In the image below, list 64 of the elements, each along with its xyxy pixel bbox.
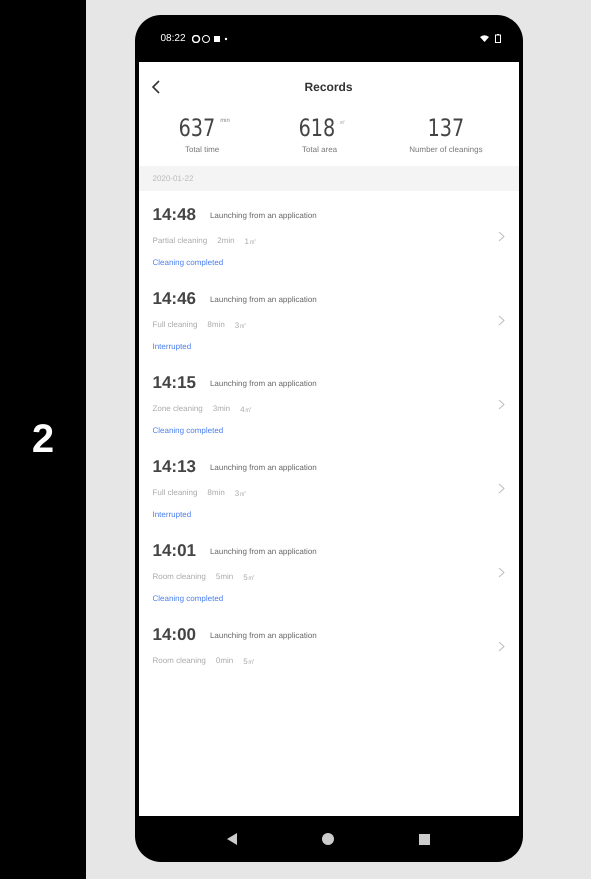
- record-row[interactable]: 14:13 Launching from an application Full cleaning 8min 3㎡ Interrupted: [138, 443, 518, 527]
- battery-icon: [494, 34, 500, 43]
- step-number: 2: [32, 417, 54, 462]
- record-source: Launching from an application: [210, 378, 317, 388]
- record-area: 3㎡: [234, 320, 248, 331]
- record-row[interactable]: 14:00 Launching from an application Room cleaning 0min 5㎡: [138, 611, 518, 675]
- stat-value: 618: [298, 114, 335, 142]
- record-time: 14:00: [152, 625, 196, 645]
- record-duration: 8min: [207, 488, 225, 499]
- record-duration: 8min: [207, 320, 225, 331]
- record-source: Launching from an application: [210, 546, 317, 556]
- record-time: 14:46: [152, 289, 196, 309]
- record-result: Cleaning completed: [152, 258, 224, 267]
- record-result: Interrupted: [152, 342, 192, 351]
- cleaning-mode: Full cleaning: [152, 320, 198, 331]
- cleaning-mode: Full cleaning: [152, 488, 198, 499]
- page-title: Records: [303, 80, 354, 94]
- record-result: Interrupted: [152, 510, 192, 519]
- status-time: 08:22: [160, 33, 186, 44]
- record-duration: 3min: [212, 404, 230, 415]
- home-nav-icon[interactable]: [322, 833, 334, 845]
- record-area: 1㎡: [244, 236, 257, 247]
- record-row[interactable]: 14:48 Launching from an application Partial cleaning 2min 1㎡ Cleaning completed: [138, 191, 518, 275]
- record-result: Cleaning completed: [152, 594, 224, 603]
- cleaning-mode: Room cleaning: [152, 572, 206, 583]
- chevron-icon: [498, 314, 504, 326]
- back-icon[interactable]: [150, 80, 162, 94]
- stat-label: Total time: [185, 145, 220, 154]
- date-header: 2020-01-22: [138, 166, 518, 191]
- chevron-icon: [498, 640, 504, 652]
- record-row[interactable]: 14:01 Launching from an application Room cleaning 5min 5㎡ Cleaning completed: [138, 527, 518, 611]
- cleaning-mode: Partial cleaning: [152, 236, 208, 247]
- record-time: 14:15: [152, 373, 196, 393]
- chevron-icon: [498, 398, 504, 410]
- record-row[interactable]: 14:46 Launching from an application Full cleaning 8min 3㎡ Interrupted: [138, 275, 518, 359]
- record-source: Launching from an application: [210, 462, 317, 472]
- record-area: 4㎡: [240, 404, 253, 415]
- record-area: 5㎡: [243, 572, 256, 583]
- wifi-icon: [480, 35, 488, 42]
- chevron-icon: [498, 482, 504, 494]
- record-duration: 5min: [216, 572, 234, 583]
- record-area: 5㎡: [243, 656, 256, 667]
- stat-label: Number of cleanings: [409, 145, 483, 154]
- record-area: 3㎡: [234, 488, 248, 499]
- back-nav-icon[interactable]: [227, 833, 237, 845]
- record-result: Cleaning completed: [152, 426, 224, 435]
- stat-value: 637: [178, 114, 216, 142]
- record-duration: 0min: [216, 656, 234, 667]
- stat-value: 137: [428, 114, 464, 142]
- stat-label: Total area: [302, 145, 338, 154]
- record-time: 14:01: [152, 541, 196, 561]
- record-source: Launching from an application: [210, 294, 317, 304]
- cleaning-mode: Zone cleaning: [152, 404, 203, 415]
- notification-icons: [192, 34, 228, 42]
- record-time: 14:13: [152, 457, 196, 477]
- chevron-icon: [498, 566, 504, 578]
- chevron-icon: [498, 230, 504, 242]
- recents-nav-icon[interactable]: [419, 834, 430, 844]
- record-source: Launching from an application: [210, 210, 317, 220]
- record-duration: 2min: [217, 236, 235, 247]
- cleaning-mode: Room cleaning: [152, 656, 206, 667]
- record-row[interactable]: 14:15 Launching from an application Zone cleaning 3min 4㎡ Cleaning completed: [138, 359, 518, 443]
- record-source: Launching from an application: [210, 630, 317, 640]
- record-time: 14:48: [152, 205, 196, 225]
